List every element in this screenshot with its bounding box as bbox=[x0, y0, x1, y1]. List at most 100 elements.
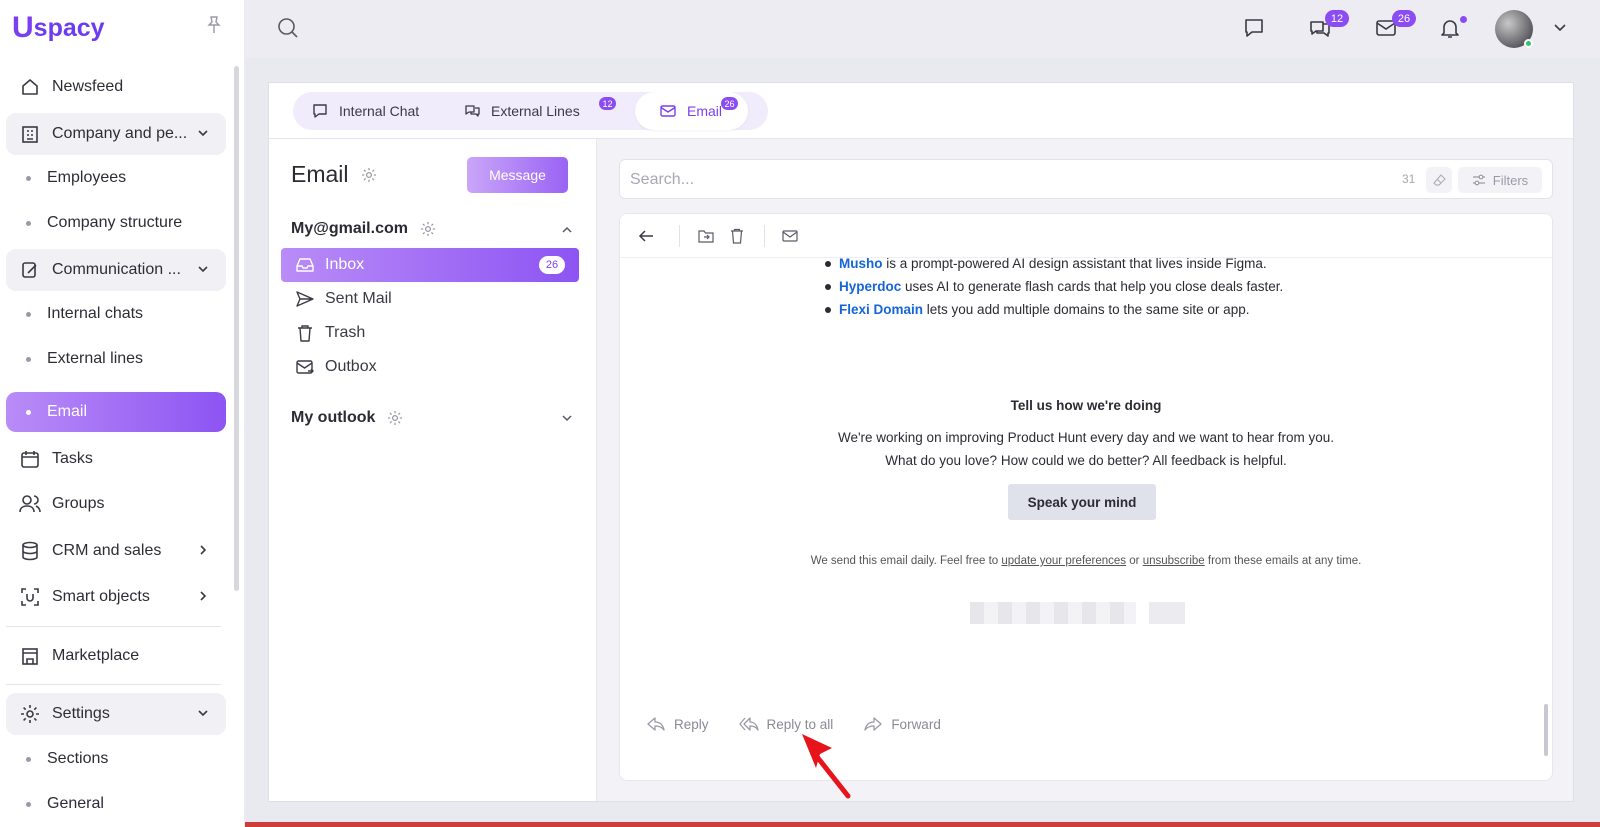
main-panel: Internal Chat External Lines 12 Email 26… bbox=[268, 82, 1574, 802]
sidebar-item-general[interactable]: General bbox=[6, 784, 226, 824]
message-button[interactable]: Message bbox=[467, 157, 568, 193]
sidebar-item-smart-objects[interactable]: Smart objects bbox=[6, 576, 226, 618]
back-arrow-icon[interactable] bbox=[636, 226, 656, 246]
sidebar-item-tasks[interactable]: Tasks bbox=[6, 438, 226, 480]
bottom-strip bbox=[245, 822, 1600, 827]
unread-count-badge: 26 bbox=[539, 256, 565, 274]
reader-scrollbar[interactable] bbox=[1544, 704, 1548, 756]
account-gmail[interactable]: My@gmail.com bbox=[291, 220, 436, 238]
database-icon bbox=[19, 540, 41, 562]
sidebar-item-external-lines[interactable]: External lines bbox=[6, 339, 226, 379]
sidebar-item-internal-chats[interactable]: Internal chats bbox=[6, 294, 226, 334]
account-outlook[interactable]: My outlook bbox=[291, 409, 403, 427]
sidebar-scrollbar[interactable] bbox=[234, 66, 239, 591]
reply-button[interactable]: Reply bbox=[646, 715, 709, 733]
tab-internal-chat[interactable]: Internal Chat bbox=[311, 92, 419, 130]
tab-label: External Lines bbox=[491, 103, 580, 119]
sidebar-item-label: Tasks bbox=[52, 450, 93, 467]
filters-button[interactable]: Filters bbox=[1458, 167, 1542, 193]
pin-icon[interactable] bbox=[207, 16, 223, 34]
sidebar-item-label: Company and pe... bbox=[52, 125, 188, 142]
tabs-pill: Internal Chat External Lines 12 Email 26 bbox=[293, 92, 768, 130]
logo[interactable]: U spacy bbox=[12, 10, 105, 46]
trash-icon[interactable] bbox=[727, 226, 747, 246]
chevron-down-icon[interactable] bbox=[560, 411, 574, 425]
sidebar-item-label: Groups bbox=[52, 495, 105, 512]
sidebar-item-label: Sections bbox=[47, 750, 109, 767]
product-link[interactable]: Flexi Domain bbox=[839, 302, 923, 317]
bullet-dot bbox=[26, 175, 31, 181]
home-icon bbox=[19, 76, 41, 98]
page-title: Email bbox=[291, 161, 349, 187]
inbox-icon bbox=[295, 255, 315, 275]
move-folder-icon[interactable] bbox=[696, 226, 716, 246]
tab-external-lines[interactable]: External Lines bbox=[463, 92, 580, 130]
gear-icon[interactable] bbox=[361, 167, 377, 183]
update-preferences-link[interactable]: update your preferences bbox=[1001, 555, 1126, 567]
forward-icon bbox=[863, 715, 883, 733]
account-name: My outlook bbox=[291, 409, 376, 426]
reply-label: Reply bbox=[674, 716, 709, 732]
search-input[interactable] bbox=[630, 169, 1370, 191]
chats-icon bbox=[463, 102, 481, 120]
sidebar-item-settings[interactable]: Settings bbox=[6, 693, 226, 735]
eraser-icon[interactable] bbox=[1426, 167, 1452, 193]
product-link[interactable]: Musho bbox=[839, 256, 883, 271]
sidebar-item-label: Settings bbox=[52, 705, 110, 722]
reader-toolbar bbox=[620, 214, 1552, 258]
sidebar-item-newsfeed[interactable]: Newsfeed bbox=[6, 66, 226, 108]
mail-icon[interactable] bbox=[780, 226, 800, 246]
search-icon[interactable] bbox=[274, 14, 302, 42]
gear-icon[interactable] bbox=[420, 221, 436, 237]
folder-sent[interactable]: Sent Mail bbox=[281, 282, 579, 316]
store-icon bbox=[19, 645, 41, 667]
folder-label: Trash bbox=[325, 324, 366, 341]
sidebar-item-groups[interactable]: Groups bbox=[6, 483, 226, 525]
sidebar-item-company[interactable]: Company and pe... bbox=[6, 113, 226, 155]
chevron-up-icon[interactable] bbox=[560, 223, 574, 237]
chevron-down-icon bbox=[196, 262, 210, 276]
product-link[interactable]: Hyperdoc bbox=[839, 279, 901, 294]
scan-icon bbox=[19, 586, 41, 608]
chevron-right-icon bbox=[196, 589, 210, 603]
bullet-text: uses AI to generate flash cards that hel… bbox=[901, 279, 1284, 294]
send-icon bbox=[295, 289, 315, 309]
divider bbox=[764, 225, 765, 247]
bullet-dot bbox=[26, 801, 31, 807]
filters-label: Filters bbox=[1492, 172, 1529, 188]
folder-trash[interactable]: Trash bbox=[281, 316, 579, 350]
redacted-block bbox=[970, 602, 1136, 624]
account-name: My@gmail.com bbox=[291, 220, 408, 237]
feedback-title: Tell us how we're doing bbox=[1010, 398, 1162, 413]
sidebar-item-company-structure[interactable]: Company structure bbox=[6, 203, 226, 243]
list-item: Hyperdoc uses AI to generate flash cards… bbox=[825, 275, 1505, 298]
divider bbox=[6, 626, 221, 627]
sidebar-item-label: General bbox=[47, 795, 104, 812]
trash-icon bbox=[295, 323, 315, 343]
folder-outbox[interactable]: Outbox bbox=[281, 350, 579, 384]
sidebar-item-crm[interactable]: CRM and sales bbox=[6, 530, 226, 572]
sidebar-item-employees[interactable]: Employees bbox=[6, 158, 226, 198]
unsubscribe-link[interactable]: unsubscribe bbox=[1143, 555, 1205, 567]
folder-label: Sent Mail bbox=[325, 290, 392, 307]
forward-label: Forward bbox=[891, 716, 941, 732]
mail-icon bbox=[659, 102, 677, 120]
speak-your-mind-button[interactable]: Speak your mind bbox=[1008, 484, 1156, 520]
bullet-dot bbox=[26, 311, 31, 317]
folder-inbox[interactable]: Inbox 26 bbox=[281, 248, 579, 282]
sidebar-item-sections[interactable]: Sections bbox=[6, 739, 226, 779]
outbox-icon bbox=[295, 357, 315, 377]
bullet-dot bbox=[26, 409, 31, 415]
notification-dot bbox=[1460, 16, 1467, 23]
sidebar-item-email[interactable]: Email bbox=[6, 392, 226, 432]
folder-label: Inbox bbox=[325, 256, 365, 273]
gear-icon[interactable] bbox=[387, 410, 403, 426]
sidebar-item-communication[interactable]: Communication ... bbox=[6, 249, 226, 291]
sidebar-item-label: Email bbox=[47, 403, 88, 420]
chat-icon[interactable] bbox=[1240, 14, 1268, 42]
sidebar-item-label: Internal chats bbox=[47, 305, 144, 322]
forward-button[interactable]: Forward bbox=[863, 715, 941, 733]
sidebar: U spacy Newsfeed Company and pe... Emplo… bbox=[0, 0, 245, 827]
sidebar-item-marketplace[interactable]: Marketplace bbox=[6, 635, 226, 677]
chevron-down-icon[interactable] bbox=[1546, 14, 1574, 42]
